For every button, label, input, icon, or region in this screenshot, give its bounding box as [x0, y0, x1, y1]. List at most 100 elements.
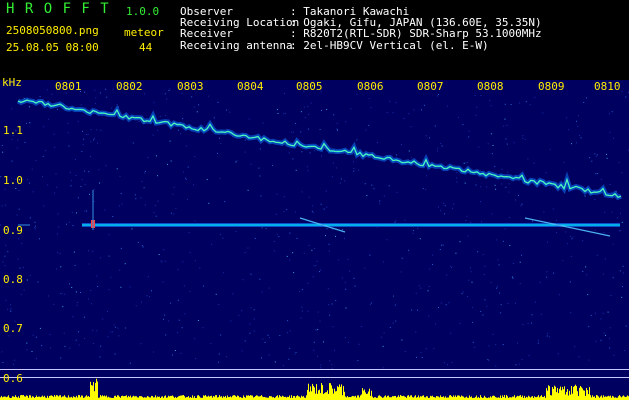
noise-speck — [188, 232, 190, 234]
noise-speck — [382, 345, 384, 347]
noise-speck — [105, 88, 107, 90]
noise-speck — [445, 304, 447, 306]
noise-speck — [236, 159, 238, 161]
activity-bar — [51, 395, 52, 400]
noise-speck — [311, 249, 313, 251]
noise-speck — [95, 97, 97, 99]
activity-bar — [256, 395, 257, 400]
noise-speck — [177, 269, 179, 271]
noise-speck — [441, 145, 443, 147]
noise-speck — [43, 126, 45, 128]
activity-bar — [422, 395, 423, 400]
activity-bar — [329, 383, 330, 400]
noise-speck — [327, 288, 329, 290]
noise-speck — [184, 313, 186, 315]
noise-speck — [170, 302, 172, 304]
activity-bar — [30, 395, 31, 400]
noise-speck — [429, 137, 430, 139]
activity-bar — [558, 393, 559, 400]
noise-speck — [606, 153, 607, 155]
activity-bar — [517, 395, 518, 400]
noise-speck — [313, 265, 315, 267]
noise-speck — [250, 163, 252, 165]
activity-bar — [247, 395, 248, 400]
noise-speck — [74, 159, 76, 160]
activity-bar — [351, 396, 352, 400]
activity-bar — [100, 395, 101, 400]
noise-speck — [80, 104, 82, 106]
activity-bar — [457, 395, 458, 400]
noise-speck — [326, 228, 328, 230]
activity-bar — [590, 395, 591, 400]
noise-speck — [248, 118, 250, 120]
y-tick-0.9: 0.9 — [3, 224, 23, 237]
noise-speck — [107, 310, 108, 312]
noise-speck — [529, 104, 531, 106]
activity-bar — [123, 396, 124, 400]
noise-speck — [82, 130, 83, 132]
noise-speck — [344, 337, 346, 339]
activity-bar — [609, 396, 610, 400]
noise-speck — [366, 195, 368, 196]
noise-speck — [602, 312, 604, 314]
noise-speck — [540, 313, 542, 315]
noise-speck — [164, 114, 166, 116]
activity-bar — [90, 381, 91, 400]
noise-speck — [336, 123, 338, 124]
noise-speck — [242, 279, 244, 281]
noise-speck — [116, 168, 118, 170]
noise-speck — [306, 166, 308, 168]
activity-bar — [395, 396, 396, 400]
noise-speck — [29, 217, 31, 219]
activity-bar — [394, 396, 395, 400]
activity-bar — [79, 395, 80, 400]
activity-bar — [587, 390, 588, 400]
noise-speck — [335, 300, 337, 302]
noise-speck — [317, 311, 319, 313]
activity-bar — [310, 386, 311, 400]
noise-speck — [418, 285, 420, 287]
noise-speck — [438, 307, 439, 308]
activity-bar — [607, 396, 608, 400]
activity-bar — [4, 396, 5, 400]
noise-speck — [482, 314, 484, 316]
noise-speck — [596, 254, 598, 256]
activity-bar — [255, 396, 256, 400]
activity-bar — [431, 396, 432, 400]
activity-bar — [104, 395, 105, 400]
activity-bar — [205, 395, 206, 400]
noise-speck — [70, 185, 72, 187]
activity-bar — [332, 388, 333, 400]
noise-speck — [480, 201, 481, 203]
activity-bar — [172, 395, 173, 400]
noise-speck — [59, 253, 61, 255]
activity-bar — [534, 396, 535, 400]
noise-speck — [542, 112, 544, 114]
noise-speck — [553, 272, 554, 274]
activity-bar — [303, 396, 304, 400]
noise-speck — [301, 151, 303, 153]
noise-speck — [58, 226, 60, 228]
noise-speck — [1, 145, 3, 146]
activity-bar — [605, 396, 606, 400]
noise-speck — [218, 353, 220, 355]
noise-speck — [556, 219, 558, 221]
noise-speck — [383, 332, 385, 334]
noise-speck — [504, 118, 506, 120]
noise-speck — [371, 184, 373, 186]
noise-speck — [88, 171, 90, 173]
noise-speck — [262, 122, 264, 124]
noise-speck — [262, 338, 264, 340]
noise-speck — [120, 286, 122, 288]
activity-bar — [353, 396, 354, 400]
activity-bar — [15, 395, 16, 400]
noise-speck — [307, 310, 309, 312]
noise-speck — [570, 312, 572, 314]
noise-speck — [108, 289, 110, 291]
activity-bar — [213, 396, 214, 400]
noise-speck — [331, 303, 333, 305]
noise-speck — [112, 331, 114, 333]
noise-speck — [455, 177, 457, 179]
noise-speck — [531, 322, 532, 324]
noise-speck — [433, 348, 435, 350]
